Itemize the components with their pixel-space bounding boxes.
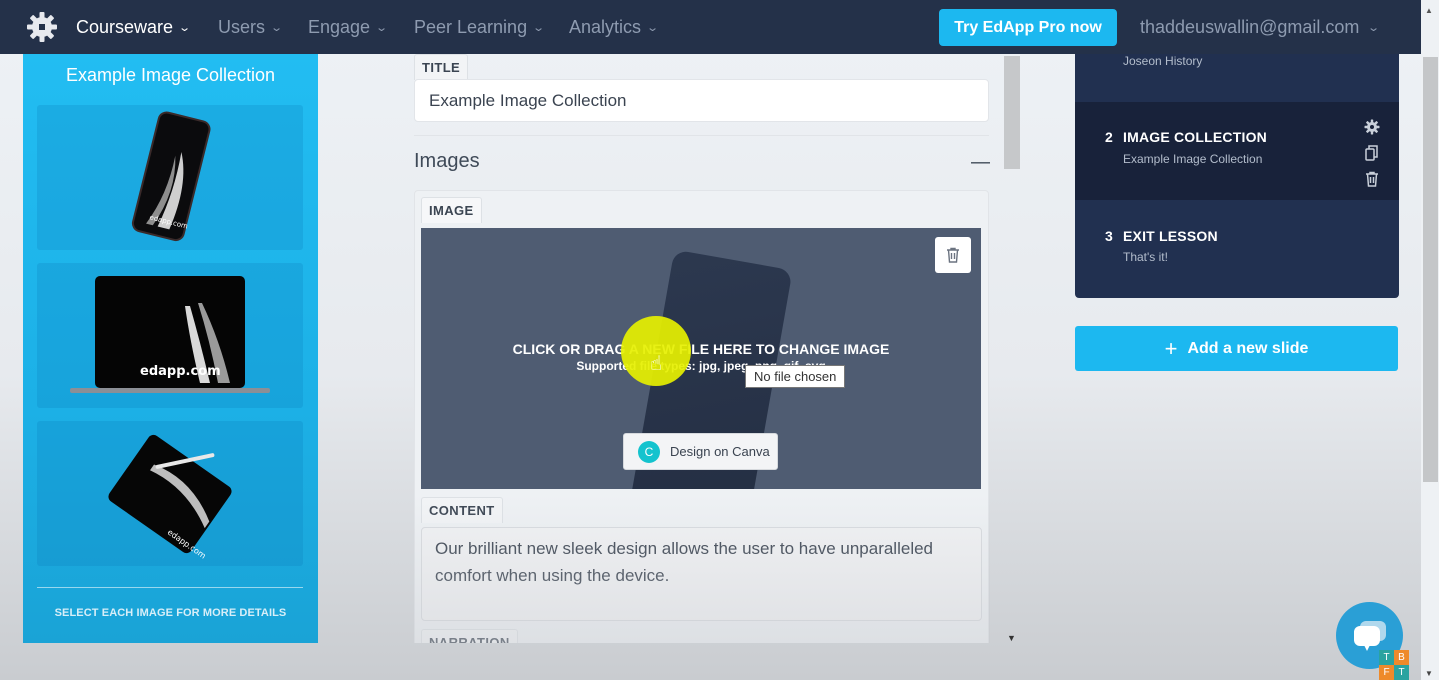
title-input[interactable]: Example Image Collection (414, 79, 989, 122)
scroll-up-arrow-icon[interactable]: ▲ (1425, 6, 1433, 15)
title-field-label: TITLE (414, 54, 469, 80)
nav-label: Engage (308, 16, 371, 37)
slide-type: EXIT LESSON (1123, 228, 1218, 244)
nav-analytics[interactable]: Analytics ⌄ (569, 0, 660, 54)
file-input-tooltip: No file chosen (745, 365, 846, 388)
chevron-down-icon: ⌄ (270, 21, 284, 34)
slide-editor: TITLE Example Image Collection Images — … (414, 54, 990, 643)
svg-text:edapp.com: edapp.com (140, 364, 221, 379)
badge-tile: F (1379, 665, 1394, 680)
slide-type: IMAGE COLLECTION (1123, 129, 1267, 145)
chevron-down-icon: ⌄ (178, 21, 192, 34)
slide-number: 3 (1105, 228, 1113, 244)
section-divider (414, 135, 989, 136)
slide-actions (1363, 118, 1381, 188)
nav-label: Peer Learning (414, 16, 528, 37)
slide-subtitle: Joseon History (1123, 54, 1203, 68)
badge-tile: B (1394, 650, 1409, 665)
add-slide-label: Add a new slide (1187, 339, 1309, 357)
slide-preview: Example Image Collection edapp.com edapp… (23, 54, 318, 643)
trash-icon (947, 247, 959, 263)
plus-icon: + (1164, 335, 1178, 361)
preview-image-tablet[interactable]: edapp.com (37, 421, 303, 566)
canva-button-label: Design on Canva (670, 444, 770, 459)
nav-label: Users (218, 16, 266, 37)
delete-image-button[interactable] (935, 237, 971, 273)
image-field-label: IMAGE (421, 197, 482, 223)
try-pro-button[interactable]: Try EdApp Pro now (939, 9, 1117, 46)
content-field-label: CONTENT (421, 497, 503, 523)
collapse-section-button[interactable]: — (971, 151, 990, 174)
scroll-down-arrow-icon[interactable]: ▼ (1425, 669, 1433, 678)
laptop-image-icon: edapp.com (70, 275, 270, 393)
gear-logo-icon[interactable] (26, 11, 58, 43)
slide-item-1[interactable]: Joseon History (1075, 54, 1399, 102)
nav-peer-learning[interactable]: Peer Learning ⌄ (414, 0, 546, 54)
preview-image-phone[interactable]: edapp.com (37, 105, 303, 250)
chat-bubble-icon (1353, 620, 1386, 651)
slide-item-3[interactable]: 3 EXIT LESSON That's it! (1075, 200, 1399, 298)
window-scrollbar[interactable]: ▲ ▼ (1421, 0, 1439, 680)
slide-number: 2 (1105, 129, 1113, 145)
top-navigation: Courseware ⌄ Users ⌄ Engage ⌄ Peer Learning… (0, 0, 1421, 54)
tablet-image-icon: edapp.com (108, 434, 232, 560)
badge-tile: T (1379, 650, 1394, 665)
nav-engage[interactable]: Engage ⌄ (308, 0, 389, 54)
nav-users[interactable]: Users ⌄ (218, 0, 284, 54)
chevron-down-icon: ⌄ (1367, 21, 1381, 34)
chevron-down-icon: ⌄ (646, 21, 660, 34)
preview-title: Example Image Collection (65, 65, 276, 85)
nav-courseware[interactable]: Courseware ⌄ (76, 0, 192, 54)
phone-image-icon: edapp.com (131, 111, 211, 242)
add-new-slide-button[interactable]: + Add a new slide (1075, 326, 1398, 371)
slide-settings-gear-icon[interactable] (1363, 118, 1381, 136)
nav-label: Analytics (569, 16, 642, 37)
design-on-canva-button[interactable]: C Design on Canva (623, 433, 778, 470)
nav-label: Courseware (76, 16, 174, 37)
scrollbar-thumb[interactable] (1423, 57, 1438, 482)
images-section-title: Images (414, 150, 480, 172)
slide-subtitle: Example Image Collection (1123, 152, 1263, 166)
editor-scrollbar[interactable]: ▼ (1004, 54, 1020, 643)
narration-field-label: NARRATION (421, 629, 518, 643)
user-email: thaddeuswallin@gmail.com (1140, 16, 1360, 37)
delete-slide-trash-icon[interactable] (1363, 170, 1381, 188)
content-textarea[interactable]: Our brilliant new sleek design allows th… (421, 527, 982, 621)
dropzone-supported-types: Supported file types: jpg, jpeg, png, gi… (576, 359, 826, 373)
slide-subtitle: That's it! (1123, 250, 1168, 264)
user-menu[interactable]: thaddeuswallin@gmail.com ⌄ (1140, 0, 1381, 54)
preview-instructions: SELECT EACH IMAGE FOR MORE DETAILS (54, 607, 287, 619)
slide-item-2[interactable]: 2 IMAGE COLLECTION Example Image Collect… (1075, 102, 1399, 200)
chevron-down-icon: ⌄ (375, 21, 389, 34)
preview-divider (37, 587, 303, 588)
badge-tile: T (1394, 665, 1409, 680)
image-dropzone[interactable]: CLICK OR DRAG A NEW FILE HERE TO CHANGE … (421, 228, 981, 489)
duplicate-slide-copy-icon[interactable] (1363, 144, 1381, 162)
preview-image-laptop[interactable]: edapp.com (37, 263, 303, 408)
editor-scrollbar-thumb[interactable] (1004, 56, 1020, 169)
hand-cursor-icon: ☝ (650, 353, 663, 375)
slides-list: Joseon History 2 IMAGE COLLECTION Exampl… (1075, 54, 1399, 298)
dropzone-instruction: CLICK OR DRAG A NEW FILE HERE TO CHANGE … (512, 341, 890, 357)
scroll-down-arrow-icon[interactable]: ▼ (1007, 633, 1016, 643)
chevron-down-icon: ⌄ (532, 21, 546, 34)
canva-logo-icon: C (638, 440, 660, 463)
